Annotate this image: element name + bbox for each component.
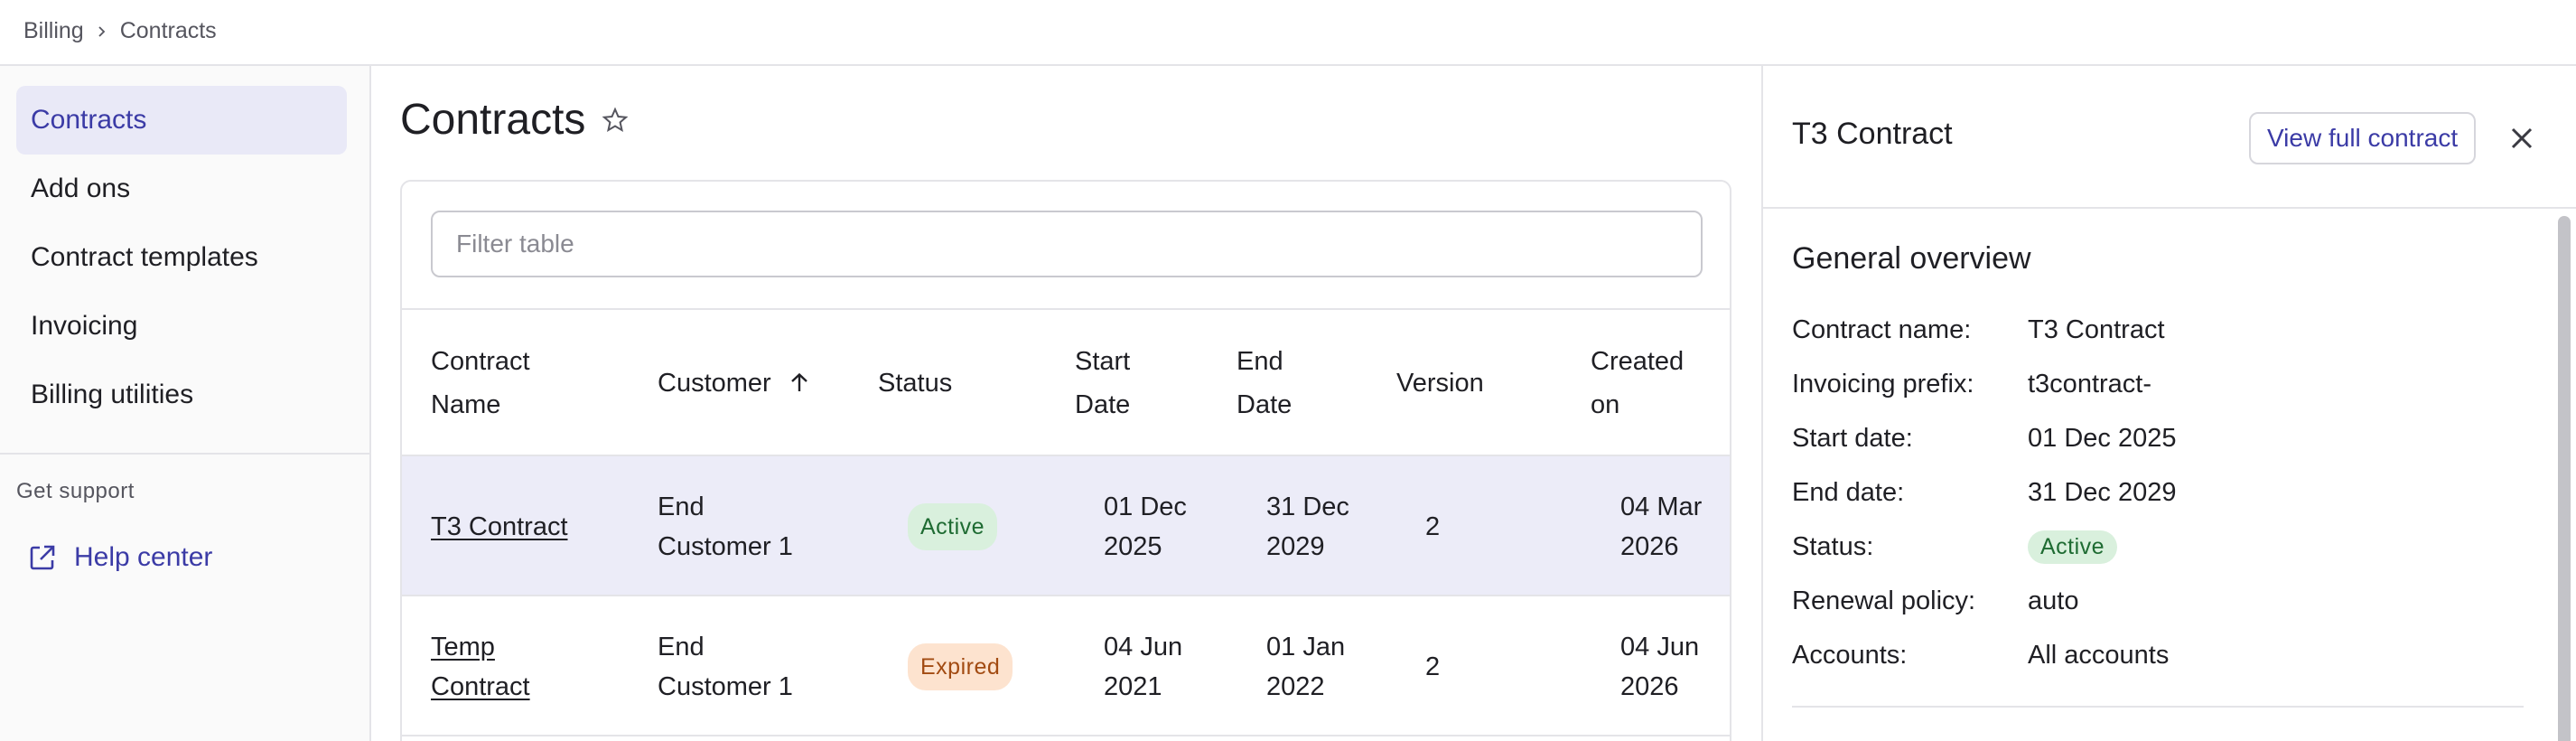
table-row[interactable]: Temp Contract End Customer 1 Expired 04 Ju… (402, 596, 1730, 736)
view-full-contract-button[interactable]: View full contract (2249, 112, 2477, 164)
sidebar-item-contracts[interactable]: Contracts (16, 86, 347, 155)
panel-header: T3 Contract View full contract (1763, 66, 2576, 209)
arrow-up-icon (788, 371, 811, 395)
cell-start-date: 04 Jun 2021 (1104, 632, 1183, 701)
cell-contract-name: Temp Contract (431, 596, 530, 736)
support-section-label: Get support (16, 479, 135, 503)
table-row[interactable]: T3 Contract End Customer 1 Active 01 Dec 2… (402, 456, 1730, 596)
contract-link-temp[interactable]: Temp Contract (431, 627, 530, 707)
column-header-end-date[interactable]: End Date (1237, 310, 1292, 456)
filter-bar (402, 182, 1730, 310)
panel-title: T3 Contract (1792, 117, 1953, 151)
field-accounts: Accounts: All accounts (1792, 640, 2170, 670)
chevron-right-icon (84, 18, 120, 44)
status-badge: Expired (908, 643, 1013, 690)
field-invoicing-prefix: Invoicing prefix: t3contract- (1792, 369, 2151, 399)
cell-created-on: 04 Mar 2026 (1620, 492, 1703, 561)
general-overview-heading: General overview (1792, 241, 2031, 276)
field-renewal-policy: Renewal policy: auto (1792, 586, 2079, 615)
sidebar-item-invoicing[interactable]: Invoicing (16, 292, 347, 361)
field-end-date: End date: 31 Dec 2029 (1792, 477, 2177, 507)
cell-created-on: 04 Jun 2026 (1620, 632, 1700, 701)
cell-status: Expired (908, 596, 1013, 736)
breadcrumb: Billing Contracts (23, 18, 217, 44)
breadcrumb-item-billing[interactable]: Billing (23, 18, 84, 44)
cell-status: Active (908, 456, 998, 596)
sidebar: Contracts Add ons Contract templates Inv… (0, 66, 371, 741)
cell-end-date: 31 Dec 2029 (1266, 492, 1349, 561)
sidebar-divider (0, 453, 371, 455)
cell-start-date: 01 Dec 2025 (1104, 492, 1187, 561)
help-center-link[interactable]: Help center (27, 542, 212, 573)
panel-scrollbar[interactable] (2558, 216, 2571, 741)
field-contract-name: Contract name: T3 Contract (1792, 314, 2165, 344)
filter-table-input[interactable] (431, 211, 1703, 277)
column-header-start-date[interactable]: Start Date (1075, 310, 1130, 456)
sidebar-item-contract-templates[interactable]: Contract templates (16, 223, 347, 292)
field-start-date: Start date: 01 Dec 2025 (1792, 423, 2177, 453)
cell-version: 2 (1425, 511, 1441, 541)
column-header-created-on[interactable]: Created on (1591, 310, 1684, 456)
contract-link-t3[interactable]: T3 Contract (431, 507, 568, 547)
table-header: ContractName Customer Status StartDate (402, 310, 1730, 456)
top-bar: Billing Contracts (0, 0, 2576, 66)
column-header-contract-name[interactable]: Contract Name (431, 310, 530, 456)
page-title-text: Contracts (400, 96, 586, 144)
sidebar-item-add-ons[interactable]: Add ons (16, 155, 347, 223)
cell-end-date: 01 Jan 2022 (1266, 632, 1346, 701)
column-header-status[interactable]: Status (878, 310, 952, 456)
panel-divider (1792, 706, 2524, 708)
star-icon[interactable] (602, 107, 629, 134)
cell-version: 2 (1425, 652, 1441, 681)
status-badge: Active (2028, 530, 2118, 564)
contract-detail-panel: T3 Contract View full contract General o… (1761, 66, 2576, 741)
page-title: Contracts (400, 95, 629, 145)
breadcrumb-item-contracts[interactable]: Contracts (120, 18, 217, 44)
column-header-customer[interactable]: Customer (658, 310, 811, 456)
external-link-icon (27, 542, 58, 573)
contracts-table-card: ContractName Customer Status StartDate (400, 180, 1731, 741)
status-badge: Active (908, 502, 998, 550)
cell-contract-name: T3 Contract (431, 456, 568, 596)
sidebar-item-billing-utilities[interactable]: Billing utilities (16, 361, 347, 429)
close-icon[interactable] (2506, 122, 2538, 155)
contracts-table: ContractName Customer Status StartDate (402, 310, 1730, 736)
column-header-version[interactable]: Version (1396, 310, 1484, 456)
cell-customer: End Customer 1 (658, 492, 793, 561)
field-status: Status: Active (1792, 520, 2497, 574)
cell-customer: End Customer 1 (658, 632, 793, 701)
help-center-label: Help center (74, 542, 213, 572)
main-content: Contracts ContractName Customer (373, 68, 1761, 741)
